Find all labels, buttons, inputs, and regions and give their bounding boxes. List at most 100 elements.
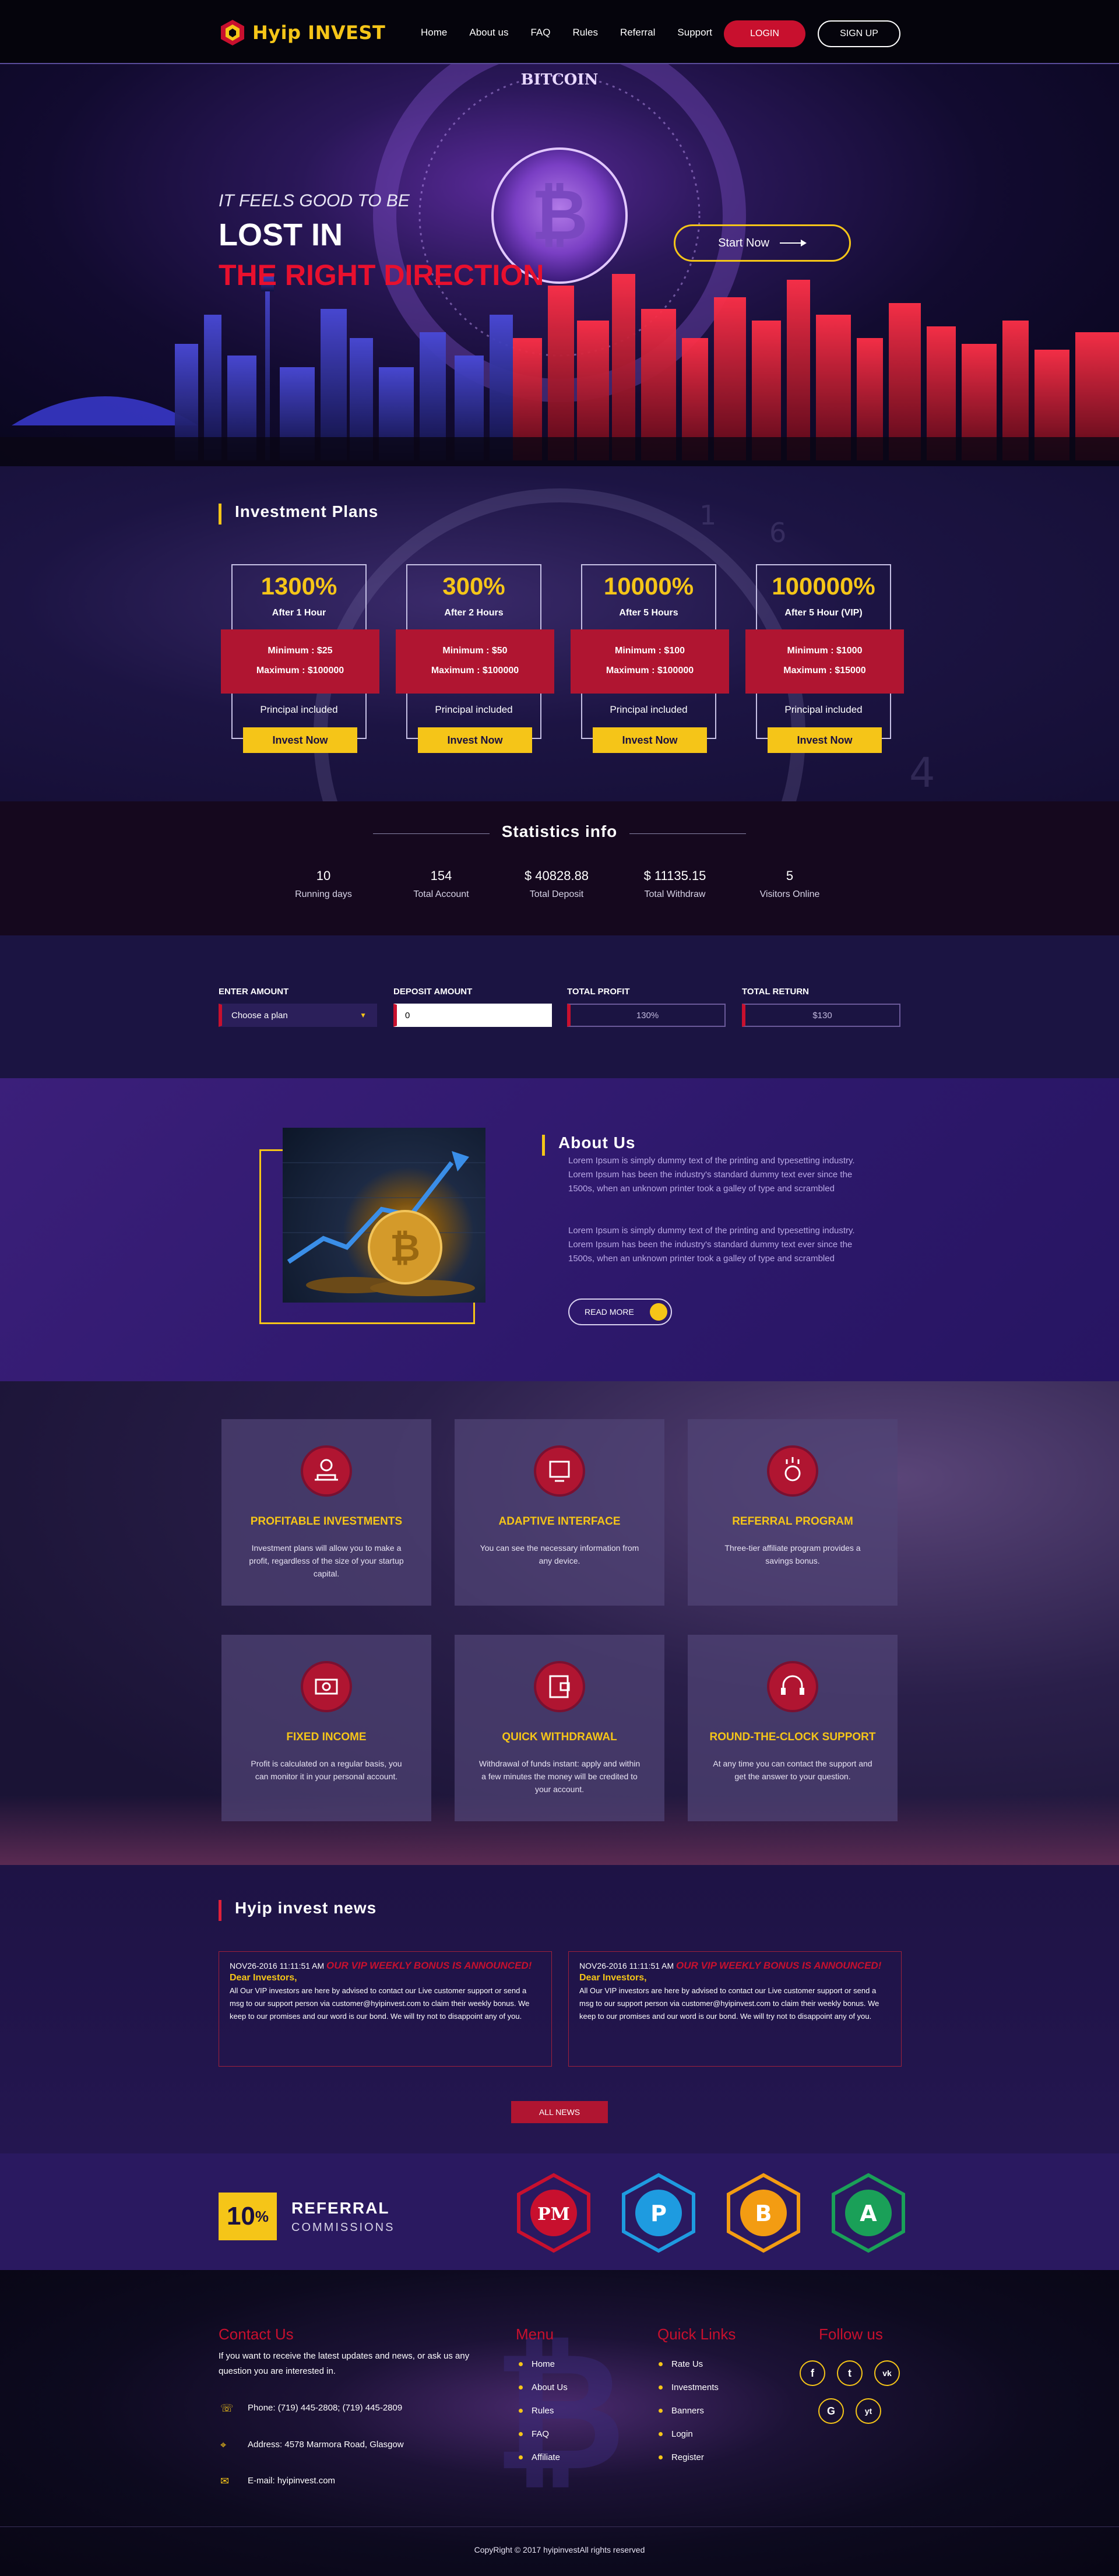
stat-item: 154 Total Account	[383, 868, 499, 900]
feature-card: QUICK WITHDRAWAL Withdrawal of funds ins…	[455, 1635, 664, 1821]
news-title: Hyip invest news	[219, 1899, 376, 1921]
start-now-label: Start Now	[718, 236, 769, 249]
news-card[interactable]: NOV26-2016 11:11:51 AM OUR VIP WEEKLY BO…	[568, 1951, 902, 2067]
feature-title: FIXED INCOME	[286, 1731, 367, 1743]
copyright: CopyRight © 2017 hyipinvestAll rights re…	[474, 2545, 645, 2554]
referral-percent: 10	[226, 2202, 255, 2230]
news-card[interactable]: NOV26-2016 11:11:51 AM OUR VIP WEEKLY BO…	[219, 1951, 552, 2067]
stat-item: $ 40828.88 Total Deposit	[498, 868, 615, 900]
nav-rules[interactable]: Rules	[572, 27, 597, 38]
invest-now-button[interactable]: Invest Now	[243, 727, 357, 753]
facebook-icon[interactable]: f	[800, 2360, 825, 2386]
statistics-section: Statistics info 10 Running days 154 Total …	[0, 801, 1119, 935]
deposit-amount-input[interactable]: 0	[393, 1004, 552, 1027]
svg-text:₿: ₿	[390, 1227, 420, 1270]
calc-profit-column: TOTAL PROFIT 130%	[567, 987, 726, 1027]
footer-menu-item[interactable]: About Us	[519, 2381, 568, 2404]
read-more-dot-icon	[650, 1303, 667, 1321]
features-section: PROFITABLE INVESTMENTS Investment plans …	[0, 1381, 1119, 1865]
perfect-money-icon: PM	[517, 2173, 590, 2253]
footer-quick-links: Rate Us Investments Banners Login Regist…	[659, 2357, 719, 2474]
read-more-button[interactable]: READ MORE	[568, 1298, 672, 1325]
divider	[629, 833, 746, 834]
footer-menu-item[interactable]: Affiliate	[519, 2451, 568, 2474]
plans-title: Investment Plans	[219, 502, 378, 525]
payment-methods: PM P B A	[517, 2173, 905, 2253]
main-nav: Home About us FAQ Rules Referral Support	[421, 27, 734, 38]
nav-referral[interactable]: Referral	[620, 27, 655, 38]
quick-link-item[interactable]: Banners	[659, 2404, 719, 2427]
start-now-button[interactable]: Start Now	[674, 224, 851, 262]
plan-card: 10000% After 5 Hours Minimum : $100 Maxi…	[571, 564, 729, 753]
stat-label: Running days	[295, 889, 352, 899]
news-header: NOV26-2016 11:11:51 AM OUR VIP WEEKLY BO…	[579, 1960, 891, 1972]
feature-card: REFERRAL PROGRAM Three-tier affiliate pr…	[688, 1419, 898, 1606]
arrow-right-icon	[779, 240, 807, 247]
footer-menu-item[interactable]: Home	[519, 2357, 568, 2381]
stat-label: Total Deposit	[529, 889, 584, 899]
quick-link-item[interactable]: Login	[659, 2427, 719, 2451]
quick-links-title: Quick Links	[657, 2325, 736, 2343]
feature-desc: Withdrawal of funds instant: apply and w…	[478, 1759, 641, 1794]
hero-title-line2: THE RIGHT DIRECTION	[219, 259, 544, 291]
plan-select[interactable]: Choose a plan ▼	[219, 1004, 377, 1027]
svg-text:A: A	[860, 2201, 877, 2226]
news-headline: OUR VIP WEEKLY BONUS IS ANNOUNCED!	[676, 1960, 882, 1971]
bitcoin-growth-illustration: ₿	[283, 1151, 485, 1296]
invest-now-button[interactable]: Invest Now	[768, 727, 882, 753]
plan-principal: Principal included	[610, 704, 688, 715]
referral-subtitle: COMMISSIONS	[291, 2221, 395, 2234]
invest-now-button[interactable]: Invest Now	[418, 727, 532, 753]
signup-button[interactable]: SIGN UP	[818, 20, 900, 47]
about-title: About Us	[542, 1134, 635, 1156]
feature-desc: Profit is calculated on a regular basis,…	[251, 1759, 402, 1781]
footer-menu-item[interactable]: FAQ	[519, 2427, 568, 2451]
footer-menu-item[interactable]: Rules	[519, 2404, 568, 2427]
plan-duration: After 5 Hour (VIP)	[784, 608, 863, 618]
plan-percent: 300%	[442, 572, 505, 600]
clock-watermark: 1 6 4	[314, 488, 935, 801]
about-paragraph: Lorem Ipsum is simply dummy text of the …	[568, 1156, 855, 1194]
contact-email[interactable]: E-mail: hyipinvest.com	[248, 2476, 335, 2486]
feature-title: QUICK WITHDRAWAL	[502, 1731, 617, 1743]
about-paragraph: Lorem Ipsum is simply dummy text of the …	[568, 1226, 855, 1264]
nav-home[interactable]: Home	[421, 27, 447, 38]
wallet-icon	[534, 1661, 585, 1712]
stat-label: Visitors Online	[759, 889, 820, 899]
login-button[interactable]: LOGIN	[724, 20, 805, 47]
logo-hexagon-icon	[221, 20, 244, 45]
feature-title: REFERRAL PROGRAM	[732, 1515, 853, 1528]
nav-support[interactable]: Support	[677, 27, 712, 38]
deposit-amount-label: DEPOSIT AMOUNT	[393, 987, 473, 997]
stat-item: $ 11135.15 Total Withdraw	[617, 868, 733, 900]
contact-phone: Phone: (719) 445-2808; (719) 445-2809	[248, 2403, 403, 2413]
logo-word-invest: INVEST	[308, 22, 386, 44]
feature-title: ROUND-THE-CLOCK SUPPORT	[709, 1731, 876, 1743]
vk-icon[interactable]: vk	[874, 2360, 900, 2386]
nav-about[interactable]: About us	[469, 27, 508, 38]
invest-now-button[interactable]: Invest Now	[593, 727, 707, 753]
google-plus-icon[interactable]: G	[818, 2398, 844, 2424]
contact-address: Address: 4578 Marmora Road, Glasgow	[248, 2440, 404, 2450]
plan-card: 300% After 2 Hours Minimum : $50 Maximum…	[396, 564, 554, 753]
twitter-icon[interactable]: t	[837, 2360, 863, 2386]
quick-link-item[interactable]: Rate Us	[659, 2357, 719, 2381]
stat-item: 5 Visitors Online	[731, 868, 848, 900]
nav-faq[interactable]: FAQ	[530, 27, 550, 38]
stat-value: 5	[786, 868, 794, 883]
coins-hand-icon	[301, 1445, 352, 1497]
advcash-icon: A	[832, 2173, 905, 2253]
follow-title: Follow us	[819, 2325, 883, 2343]
calc-plan-column: ENTER AMOUNT Choose a plan ▼	[219, 987, 377, 1027]
youtube-icon[interactable]: yt	[856, 2398, 881, 2424]
site-footer: ₿ Contact Us If you want to receive the …	[0, 2270, 1119, 2576]
plan-duration: After 1 Hour	[272, 608, 326, 618]
bitcoin-chart-image: ₿	[283, 1128, 485, 1303]
feature-card: ADAPTIVE INTERFACE You can see the neces…	[455, 1419, 664, 1606]
all-news-button[interactable]: ALL NEWS	[511, 2101, 608, 2123]
enter-amount-label: ENTER AMOUNT	[219, 987, 289, 997]
quick-link-item[interactable]: Investments	[659, 2381, 719, 2404]
quick-link-item[interactable]: Register	[659, 2451, 719, 2474]
logo[interactable]: Hyip INVEST	[219, 16, 385, 49]
news-date: NOV26-2016 11:11:51 AM	[230, 1961, 325, 1970]
